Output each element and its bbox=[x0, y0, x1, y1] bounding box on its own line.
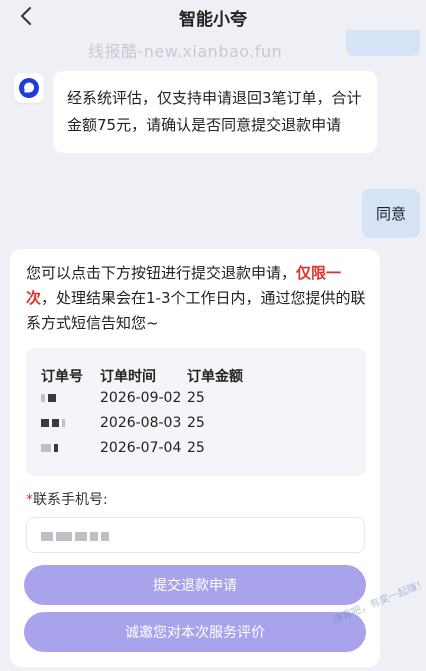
order-time: 2026-08-03 bbox=[100, 415, 182, 431]
table-row: 2026-07-04 25 bbox=[26, 440, 366, 462]
phone-label-text: 联系手机号: bbox=[33, 492, 108, 508]
table-row: 2026-08-03 25 bbox=[26, 415, 366, 437]
order-time: 2026-09-02 bbox=[100, 390, 182, 406]
header-order-amount: 订单金额 bbox=[187, 369, 243, 385]
order-id-redacted bbox=[41, 440, 61, 456]
order-amount: 25 bbox=[187, 390, 205, 406]
phone-input[interactable] bbox=[26, 517, 365, 553]
page-title: 智能小夸 bbox=[179, 9, 247, 30]
phone-label: *联系手机号: bbox=[26, 489, 108, 509]
table-row: 2026-09-02 25 bbox=[26, 390, 366, 412]
rate-service-button[interactable]: 诚邀您对本次服务评价 bbox=[24, 612, 366, 652]
order-amount: 25 bbox=[187, 415, 205, 431]
bot-message-bubble: 经系统评估，仅支持申请退回3笔订单，合计金额75元，请确认是否同意提交退款申请 bbox=[53, 71, 377, 153]
phone-value-redacted bbox=[41, 526, 112, 545]
instructions-text-tail: ，处理结果会在1-3个工作日内，通过您提供的联系方式短信告知您~ bbox=[26, 289, 366, 332]
previous-user-bubble bbox=[346, 30, 420, 56]
order-table: 订单号 订单时间 订单金额 2026-09-02 25 2026-08-03 2… bbox=[26, 348, 366, 476]
refund-card: 您可以点击下方按钮进行提交退款申请，仅限一次，处理结果会在1-3个工作日内，通过… bbox=[10, 249, 380, 667]
assistant-avatar bbox=[14, 73, 44, 103]
user-message-bubble: 同意 bbox=[362, 189, 420, 238]
table-header-row: 订单号 订单时间 订单金额 bbox=[26, 366, 366, 388]
chevron-left-icon bbox=[21, 7, 31, 25]
order-id-redacted bbox=[41, 415, 68, 431]
order-time: 2026-07-04 bbox=[100, 440, 182, 456]
refund-instructions: 您可以点击下方按钮进行提交退款申请，仅限一次，处理结果会在1-3个工作日内，通过… bbox=[26, 261, 371, 336]
required-mark: * bbox=[26, 492, 33, 508]
header-order-id: 订单号 bbox=[41, 369, 83, 385]
header-bar: 智能小夸 bbox=[0, 0, 426, 34]
header-order-time: 订单时间 bbox=[100, 369, 156, 385]
assistant-logo-icon bbox=[19, 78, 39, 98]
submit-refund-button[interactable]: 提交退款申请 bbox=[24, 565, 366, 605]
order-amount: 25 bbox=[187, 440, 205, 456]
watermark-text: 线报酷-new.xianbao.fun bbox=[88, 42, 283, 61]
instructions-text: 您可以点击下方按钮进行提交退款申请， bbox=[26, 264, 297, 282]
back-button[interactable] bbox=[14, 4, 38, 28]
order-id-redacted bbox=[41, 390, 59, 406]
